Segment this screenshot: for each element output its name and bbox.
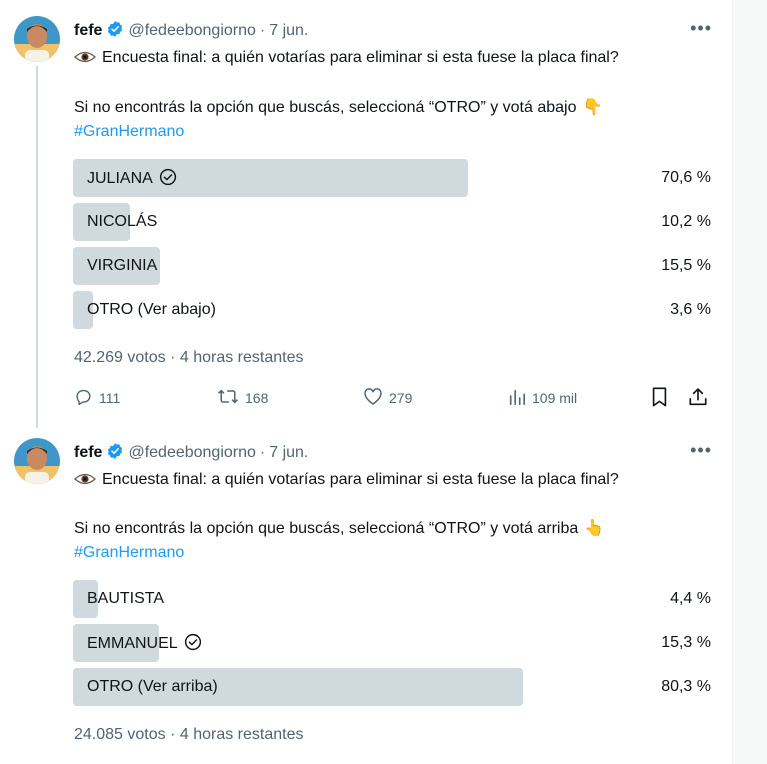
tweet-text-line-2: Si no encontrás la opción que buscás, se… xyxy=(74,519,604,539)
check-circle-icon xyxy=(159,168,177,192)
thread-connector-line xyxy=(36,66,38,428)
reply-count: 111 xyxy=(99,390,121,406)
tweet-header: fefe @fedeebongiorno · 7 jun. xyxy=(74,442,724,464)
check-circle-icon xyxy=(184,633,202,657)
more-icon[interactable]: ••• xyxy=(690,440,712,460)
poll-option: BAUTISTA 4,4 % xyxy=(73,580,719,618)
pointing-down-emoji-icon: 👇 xyxy=(582,99,603,116)
poll-option-percent: 4,4 % xyxy=(670,590,711,607)
hashtag-link[interactable]: #GranHermano xyxy=(74,543,184,563)
poll-option-label: BAUTISTA xyxy=(87,590,165,607)
tweet-actions: 111 168 279 109 mil xyxy=(74,386,714,410)
views-count: 109 mil xyxy=(532,390,578,406)
tweet-text-instruction: Si no encontrás la opción que buscás, se… xyxy=(74,99,577,116)
poll-option-percent: 15,3 % xyxy=(661,634,711,651)
share-button[interactable] xyxy=(688,386,714,410)
reply-icon xyxy=(74,387,99,409)
retweet-count: 168 xyxy=(245,390,269,406)
verified-badge-icon xyxy=(106,20,124,44)
views-button[interactable]: 109 mil xyxy=(508,386,577,410)
poll-option-label: NICOLÁS xyxy=(87,213,158,230)
tweet-date[interactable]: 7 jun. xyxy=(269,444,308,461)
poll-option: EMMANUEL 15,3 % xyxy=(73,624,719,662)
eye-icon xyxy=(74,50,96,70)
more-icon[interactable]: ••• xyxy=(690,18,712,38)
like-button[interactable]: 279 xyxy=(363,386,412,410)
reply-button[interactable]: 111 xyxy=(74,386,120,410)
views-icon xyxy=(508,388,532,409)
page-right-gutter xyxy=(732,0,767,764)
tweet-2[interactable]: fefe @fedeebongiorno · 7 jun. ••• Encuesta … xyxy=(0,430,732,764)
poll-option-label: VIRGINIA xyxy=(87,257,158,274)
poll-option: OTRO (Ver arriba) 80,3 % xyxy=(73,668,719,706)
bookmark-button[interactable] xyxy=(651,386,674,410)
poll-option-percent: 70,6 % xyxy=(661,169,711,186)
poll-meta: 42.269 votos · 4 horas restantes xyxy=(74,349,304,366)
tweet-1[interactable]: fefe @fedeebongiorno · 7 jun. ••• Encuesta … xyxy=(0,0,732,428)
tweet-text-line-1: Encuesta final: a quién votarías para el… xyxy=(74,470,619,492)
poll-meta: 24.085 votos · 4 horas restantes xyxy=(74,726,304,743)
tweet-text-line-1: Encuesta final: a quién votarías para el… xyxy=(74,48,619,70)
poll-option: NICOLÁS 10,2 % xyxy=(73,203,719,241)
author-name[interactable]: fefe xyxy=(74,22,102,39)
author-handle[interactable]: @fedeebongiorno xyxy=(128,22,255,39)
poll-option-percent: 3,6 % xyxy=(670,301,711,318)
poll-option-percent: 10,2 % xyxy=(661,213,711,230)
poll-option-label: OTRO (Ver abajo) xyxy=(87,301,216,318)
like-count: 279 xyxy=(389,390,413,406)
poll-option-label: OTRO (Ver arriba) xyxy=(87,678,218,695)
header-separator: · xyxy=(259,22,266,39)
avatar[interactable] xyxy=(14,16,60,62)
header-separator: · xyxy=(259,444,266,461)
poll-option-label: JULIANA xyxy=(87,170,153,187)
retweet-button[interactable]: 168 xyxy=(217,386,268,410)
verified-badge-icon xyxy=(106,442,124,466)
author-name[interactable]: fefe xyxy=(74,444,102,461)
poll-option-label: EMMANUEL xyxy=(87,635,178,652)
poll-option: VIRGINIA 15,5 % xyxy=(73,247,719,285)
bookmark-icon xyxy=(651,387,674,410)
tweet-text-question: Encuesta final: a quién votarías para el… xyxy=(102,49,619,66)
author-handle[interactable]: @fedeebongiorno xyxy=(128,444,255,461)
hashtag-link[interactable]: #GranHermano xyxy=(74,122,184,142)
tweet-text-instruction: Si no encontrás la opción que buscás, se… xyxy=(74,520,579,537)
tweet-text-line-2: Si no encontrás la opción que buscás, se… xyxy=(74,98,602,118)
poll-option: OTRO (Ver abajo) 3,6 % xyxy=(73,291,719,329)
tweet-date[interactable]: 7 jun. xyxy=(269,22,308,39)
like-icon xyxy=(363,387,389,409)
eye-icon xyxy=(74,472,96,492)
tweet-text-question: Encuesta final: a quién votarías para el… xyxy=(102,471,619,488)
poll-option-percent: 80,3 % xyxy=(661,678,711,695)
poll-option-percent: 15,5 % xyxy=(661,257,711,274)
pointing-up-emoji-icon: 👆 xyxy=(584,520,605,537)
tweet-header: fefe @fedeebongiorno · 7 jun. xyxy=(74,20,724,42)
avatar[interactable] xyxy=(14,438,60,484)
poll-option: JULIANA 70,6 % xyxy=(73,159,719,197)
share-icon xyxy=(688,387,714,410)
retweet-icon xyxy=(217,387,245,409)
